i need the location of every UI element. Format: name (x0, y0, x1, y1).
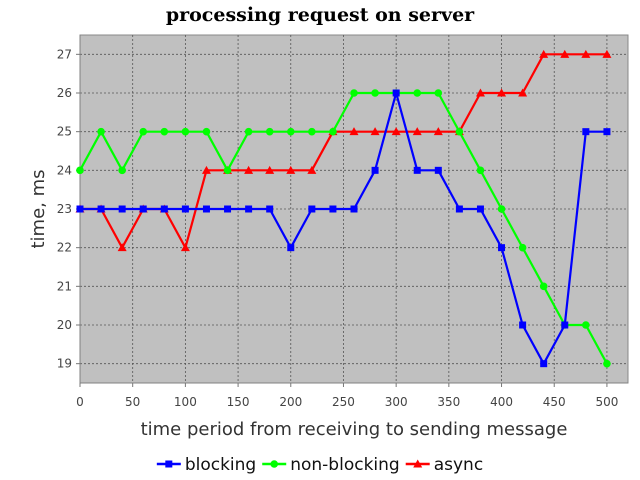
point-non-blocking-20 (497, 205, 506, 213)
point-blocking-18 (455, 205, 463, 213)
point-blocking-11 (308, 205, 316, 213)
x-tick-label-7: 350 (437, 395, 460, 409)
point-non-blocking-18 (455, 127, 464, 136)
point-blocking-1 (97, 205, 105, 213)
point-blocking-12 (329, 205, 337, 213)
point-blocking-2 (118, 205, 126, 213)
point-non-blocking-9 (265, 127, 274, 136)
point-non-blocking-16 (413, 89, 422, 97)
legend-item-blocking: blocking (156, 455, 256, 475)
point-non-blocking-0 (76, 166, 84, 175)
x-tick-label-3: 150 (227, 395, 250, 409)
x-tick-label-9: 450 (543, 395, 566, 409)
point-non-blocking-1 (97, 127, 105, 136)
x-tick-label-0: 0 (76, 395, 84, 409)
point-blocking-24 (582, 128, 590, 136)
point-blocking-15 (392, 89, 400, 97)
x-tick-label-2: 100 (174, 395, 197, 409)
point-non-blocking-7 (223, 166, 232, 175)
point-non-blocking-19 (476, 166, 485, 175)
point-blocking-25 (603, 128, 611, 136)
y-axis-label: time, ms (28, 169, 49, 248)
x-tick-label-8: 400 (490, 395, 513, 409)
legend-label-blocking: blocking (185, 455, 256, 475)
point-blocking-14 (371, 166, 379, 174)
point-blocking-23 (561, 321, 569, 329)
y-tick-label-2: 21 (57, 279, 72, 293)
y-tick-label-0: 19 (57, 357, 72, 371)
point-blocking-3 (139, 205, 147, 213)
x-tick-label-5: 250 (332, 395, 355, 409)
point-non-blocking-21 (518, 243, 527, 252)
point-blocking-9 (266, 205, 274, 213)
point-non-blocking-5 (181, 127, 190, 136)
point-blocking-8 (245, 205, 253, 213)
y-tick-label-6: 25 (57, 125, 72, 139)
x-tick-label-4: 200 (279, 395, 302, 409)
point-non-blocking-8 (244, 127, 253, 136)
legend-item-non-blocking: non-blocking (262, 455, 400, 475)
point-non-blocking-22 (539, 282, 548, 291)
point-non-blocking-10 (286, 127, 295, 136)
point-blocking-19 (476, 205, 484, 213)
y-tick-label-8: 27 (57, 47, 72, 61)
point-blocking-21 (519, 321, 527, 329)
line-chart: processing request on server 0 50 100 150 20… (28, 4, 629, 475)
y-tick-label-3: 22 (57, 241, 72, 255)
point-blocking-22 (540, 360, 548, 368)
x-axis-ticks: 0 50 100 150 200 250 300 350 400 450 500 (76, 383, 618, 409)
legend-label-non-blocking: non-blocking (290, 455, 399, 475)
point-blocking-7 (224, 205, 232, 213)
chart-title: processing request on server (166, 4, 475, 26)
point-non-blocking-12 (329, 127, 337, 136)
point-blocking-6 (202, 205, 210, 213)
y-tick-label-4: 23 (57, 202, 72, 216)
x-tick-label-6: 300 (385, 395, 408, 409)
legend-swatch-marker-non-blocking (270, 460, 279, 468)
point-non-blocking-2 (118, 166, 126, 175)
point-blocking-16 (413, 166, 421, 174)
point-blocking-17 (434, 166, 442, 174)
x-tick-label-1: 50 (125, 395, 140, 409)
point-blocking-10 (287, 244, 295, 252)
point-non-blocking-25 (603, 359, 611, 368)
legend-label-async: async (434, 455, 483, 475)
point-non-blocking-13 (350, 89, 358, 97)
y-tick-label-1: 20 (57, 318, 72, 332)
legend-swatch-marker-blocking (165, 460, 173, 468)
point-non-blocking-24 (582, 321, 590, 329)
point-blocking-4 (160, 205, 168, 213)
point-non-blocking-6 (202, 127, 211, 136)
y-tick-label-7: 26 (57, 86, 72, 100)
point-blocking-20 (498, 244, 506, 252)
point-non-blocking-11 (308, 127, 316, 136)
x-tick-label-10: 500 (595, 395, 618, 409)
point-blocking-5 (181, 205, 189, 213)
y-tick-label-5: 24 (57, 163, 72, 177)
legend: blocking non-blocking async (156, 455, 483, 475)
point-blocking-13 (350, 205, 358, 213)
point-non-blocking-14 (371, 89, 379, 97)
point-non-blocking-17 (434, 89, 443, 97)
legend-item-async: async (405, 455, 483, 475)
point-non-blocking-3 (139, 127, 148, 136)
point-blocking-0 (76, 205, 84, 213)
x-axis-label: time period from receiving to sending me… (141, 419, 568, 440)
point-non-blocking-4 (160, 127, 169, 136)
